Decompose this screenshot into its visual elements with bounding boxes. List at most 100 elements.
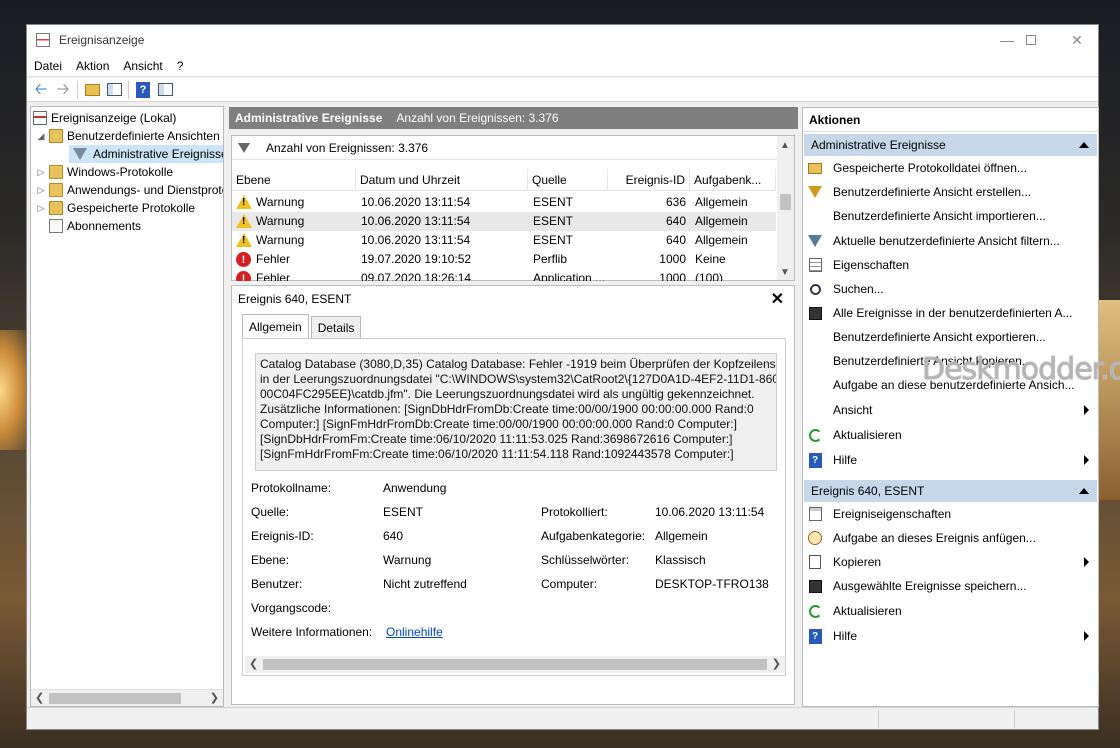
task-category-value: Allgemein [655,529,708,543]
description-line: [SignDbHdrFromFm:Create time:06/10/2020 … [260,432,733,446]
tree-item-administrative-events[interactable]: Administrative Ereignisse [69,145,223,163]
detail-horizontal-scrollbar[interactable]: ❮ ❯ [245,656,785,673]
collapse-icon[interactable] [1079,488,1089,494]
scroll-right-icon[interactable]: ❯ [772,657,781,670]
action-item[interactable]: Gespeicherte Protokolldatei öffnen... [807,157,1095,179]
column-header-task-category[interactable]: Aufgabenk... [690,169,776,191]
more-info-label: Weitere Informationen: [251,625,373,639]
help-button[interactable]: ? [132,80,154,100]
show-action-pane-button[interactable] [154,80,176,100]
scrollbar-thumb[interactable] [49,693,181,704]
tree-item-custom-views[interactable]: ◢ Benutzerdefinierte Ansichten [35,127,220,145]
actions-section-event[interactable]: Ereignis 640, ESENT [804,480,1097,502]
tab-general[interactable]: Allgemein [242,314,309,338]
cell-source: Perflib [533,252,568,266]
forward-arrow-icon: 🡢 [56,80,70,98]
maximize-button[interactable] [1008,25,1054,55]
table-row[interactable]: ! Fehler 09.07.2020 18:26:14 Application ..… [232,269,776,281]
action-item[interactable]: Ausgewählte Ereignisse speichern... [807,575,1095,597]
actions-section-view[interactable]: Administrative Ereignisse [804,134,1097,156]
forward-button[interactable]: 🡢 [52,80,74,100]
column-header-date[interactable]: Datum und Uhrzeit [356,169,528,191]
tree-item-saved-logs[interactable]: ▷ Gespeicherte Protokolle [35,199,195,217]
event-description[interactable]: Catalog Database (3080,D,35) Catalog Dat… [255,353,777,471]
action-item[interactable]: Ansicht [807,399,1095,421]
action-item[interactable]: Benutzerdefinierte Ansicht importieren..… [807,205,1095,227]
scroll-right-icon[interactable]: ❯ [210,691,219,704]
tree-item-windows-logs[interactable]: ▷ Windows-Protokolle [35,163,173,181]
tree-item-app-service-logs[interactable]: ▷ Anwendungs- und Dienstprotokolle [35,181,223,199]
save-icon [807,305,823,321]
tab-details[interactable]: Details [310,316,362,338]
chevron-right-icon[interactable]: ▷ [35,202,47,214]
chevron-right-icon[interactable]: ▷ [35,184,47,196]
title-bar[interactable]: Ereignisanzeige — ✕ [27,25,1098,55]
event-list-vertical-scrollbar[interactable]: ▲ ▼ [777,136,794,280]
table-row[interactable]: Warnung 10.06.2020 13:11:54 ESENT 640 Allgem… [232,231,776,250]
scrollbar-thumb[interactable] [780,194,791,210]
scroll-left-icon[interactable]: ❮ [35,691,44,704]
table-row[interactable]: Warnung 10.06.2020 13:11:54 ESENT 640 Allgem… [232,212,776,231]
event-count: Anzahl von Ereignissen: 3.376 [396,111,559,125]
action-item[interactable]: Benutzerdefinierte Ansicht exportieren..… [807,326,1095,348]
create-view-icon [808,186,822,198]
table-row[interactable]: Warnung 10.06.2020 13:11:54 ESENT 636 Allgem… [232,193,776,212]
action-label: Kopieren [833,555,882,569]
cell-source: ESENT [533,195,574,209]
cell-task-category: Keine [695,252,726,266]
description-line: 00C04FC295EE}\catdb.jfm". Die Leerungszu… [260,387,755,401]
table-row[interactable]: ! Fehler 19.07.2020 19:10:52 Perflib 1000 Kei… [232,250,776,269]
column-header-event-id[interactable]: Ereignis-ID [608,169,690,191]
scroll-up-icon[interactable]: ▲ [780,140,790,151]
chevron-right-icon[interactable]: ▷ [35,166,47,178]
filter-icon [808,235,822,247]
column-header-level[interactable]: Ebene [232,169,356,191]
collapse-icon[interactable] [1079,142,1089,148]
help-icon: ? [808,628,822,644]
scroll-left-icon[interactable]: ❮ [249,657,258,670]
copy-icon [809,555,821,569]
scroll-down-icon[interactable]: ▼ [780,267,790,278]
back-button[interactable]: 🡠 [30,80,52,100]
close-detail-icon[interactable]: ✕ [771,289,784,309]
action-item[interactable]: ? Hilfe [807,449,1095,471]
action-item[interactable]: Aufgabe an dieses Ereignis anfügen... [807,527,1095,549]
action-item[interactable]: Kopieren [807,551,1095,573]
menu-aktion[interactable]: Aktion [69,59,116,73]
action-item[interactable]: Suchen... [807,278,1095,300]
event-detail-pane: Ereignis 640, ESENT ✕ Allgemein Details … [231,285,795,705]
online-help-link[interactable]: Onlinehilfe [386,625,443,639]
cell-level: Warnung [256,214,305,228]
tree-item-root[interactable]: Ereignisanzeige (Lokal) [33,109,176,127]
menu-help[interactable]: ? [170,59,191,73]
task-category-label: Aufgabenkategorie: [541,529,646,543]
cell-level: Fehler [256,252,291,266]
close-button[interactable]: ✕ [1054,25,1100,55]
watermark: Deskmodder.de [921,352,1120,388]
toolbar-separator [77,80,78,99]
scrollbar-thumb[interactable] [263,659,767,670]
action-item[interactable]: Aktualisieren [807,600,1095,622]
save-icon [807,578,823,594]
up-folder-button[interactable] [81,80,103,100]
tree-item-subscriptions[interactable]: Abonnements [49,217,141,235]
warning-icon [236,214,252,229]
action-item[interactable]: Alle Ereignisse in der benutzerdefiniert… [807,302,1095,324]
tree-horizontal-scrollbar[interactable]: ❮ ❯ [31,689,223,706]
action-item[interactable]: Aktuelle benutzerdefinierte Ansicht filt… [807,230,1095,252]
column-header-source[interactable]: Quelle [528,169,608,191]
action-item[interactable]: Benutzerdefinierte Ansicht erstellen... [807,181,1095,203]
show-hide-tree-button[interactable] [103,80,125,100]
chevron-down-icon[interactable]: ◢ [35,130,47,142]
menu-ansicht[interactable]: Ansicht [116,59,169,73]
folder-up-icon [84,83,100,96]
action-item[interactable]: Eigenschaften [807,254,1095,276]
action-item[interactable]: ? Hilfe [807,625,1095,647]
action-item[interactable]: Aktualisieren [807,424,1095,446]
menu-datei[interactable]: Datei [27,59,69,73]
blank-icon [807,329,823,345]
user-label: Benutzer: [251,577,303,591]
action-item[interactable]: Ereigniseigenschaften [807,503,1095,525]
back-arrow-icon: 🡠 [34,80,48,98]
save-icon [808,306,822,320]
